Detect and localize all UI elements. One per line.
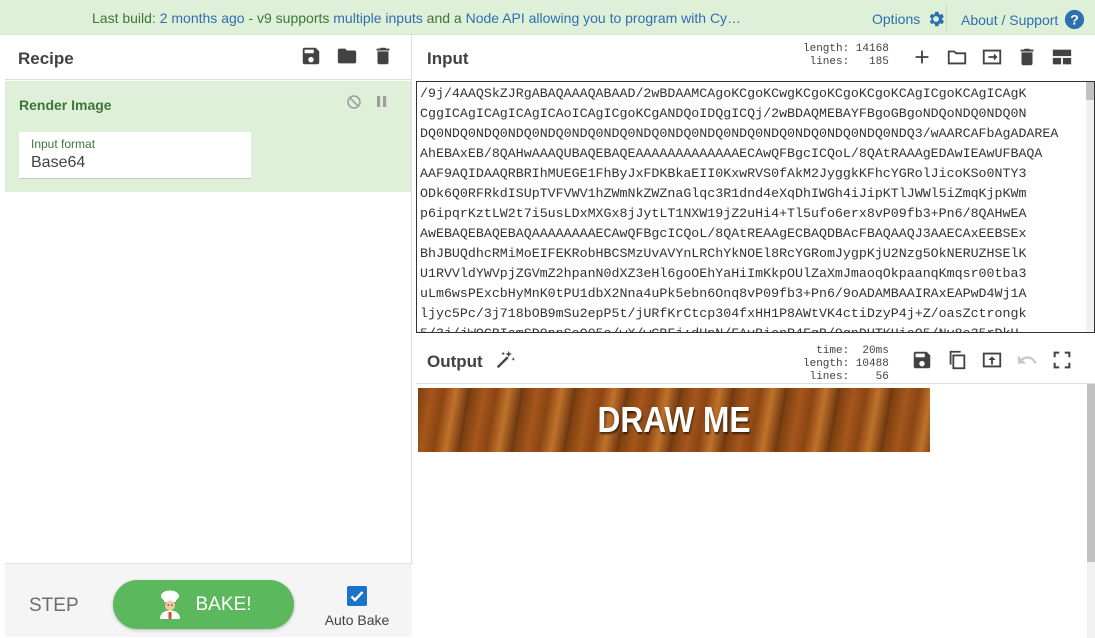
save-output-icon[interactable] [911, 349, 933, 371]
rendered-image-text: DRAW ME [597, 399, 751, 440]
io-area: Input length: 14168 lines: 185 /9j/4AAQS… [414, 35, 1095, 638]
svg-text:?: ? [1071, 11, 1080, 27]
node-api-link[interactable]: Node API [466, 10, 525, 26]
bake-button[interactable]: BAKE! [113, 580, 294, 629]
options-button[interactable]: Options [872, 9, 946, 29]
about-support-button[interactable]: About / Support ? [961, 9, 1085, 30]
build-and: and a [422, 10, 466, 26]
input-scrollbar[interactable] [1086, 82, 1094, 332]
input-scrollbar-thumb[interactable] [1086, 82, 1094, 100]
recipe-panel: Recipe Render Image Input format Base64 [5, 35, 412, 637]
output-actions [911, 349, 1073, 371]
about-support-label: About / Support [961, 11, 1059, 28]
input-title: Input [427, 49, 469, 68]
input-header: Input length: 14168 lines: 185 [414, 35, 1095, 81]
output-panel: DRAW ME [416, 383, 1095, 638]
gear-icon [926, 9, 946, 29]
load-recipe-folder-icon[interactable] [336, 45, 358, 67]
input-format-value[interactable]: Base64 [31, 154, 85, 172]
open-folder-icon[interactable] [946, 46, 968, 68]
output-stats: time: 20ms length: 10488 lines: 56 [803, 345, 889, 383]
output-to-input-icon[interactable] [981, 349, 1003, 371]
clear-input-trash-icon[interactable] [1016, 46, 1038, 68]
chef-icon [156, 590, 184, 620]
reset-layout-icon[interactable] [1051, 46, 1073, 68]
output-header: Output time: 20ms length: 10488 lines: 5… [414, 337, 1095, 383]
input-format-label: Input format [31, 137, 96, 151]
output-title: Output [427, 352, 483, 371]
auto-bake-label: Auto Bake [324, 612, 390, 628]
operation-render-image[interactable]: Render Image Input format Base64 [5, 81, 411, 192]
output-scrollbar-thumb[interactable] [1087, 384, 1095, 562]
recipe-title: Recipe [18, 49, 74, 68]
pause-breakpoint-icon[interactable] [375, 94, 389, 110]
operation-name: Render Image [19, 97, 112, 113]
clear-recipe-trash-icon[interactable] [372, 45, 394, 67]
input-format-field[interactable]: Input format Base64 [19, 132, 251, 179]
auto-bake-checkbox[interactable] [347, 586, 367, 606]
recipe-actions [300, 45, 394, 67]
rendered-image: DRAW ME [418, 388, 930, 452]
input-text[interactable]: /9j/4AAQSkZJRgABAQAAAQABAAD/2wBDAAMCAgoK… [420, 84, 1082, 332]
banner-divider [946, 5, 947, 30]
magic-wand-icon[interactable] [494, 349, 516, 371]
save-recipe-icon[interactable] [300, 45, 322, 67]
maximize-output-icon[interactable] [1051, 349, 1073, 371]
multiple-inputs-link[interactable]: multiple inputs [333, 10, 423, 26]
bake-controls: STEP BAKE! Auto Bake [5, 563, 412, 637]
build-dash: - v9 supports [244, 10, 334, 26]
copy-output-icon[interactable] [946, 349, 968, 371]
disable-operation-icon[interactable] [346, 94, 362, 110]
step-button[interactable]: STEP [29, 595, 79, 617]
build-prefix: Last build: [92, 10, 160, 26]
open-file-input-icon[interactable] [981, 46, 1003, 68]
top-banner: Last build: 2 months ago - v9 supports m… [0, 0, 1095, 35]
input-actions [911, 46, 1073, 68]
help-icon: ? [1064, 9, 1085, 30]
input-textarea[interactable]: /9j/4AAQSkZJRgABAQAAAQABAAD/2wBDAAMCAgoK… [416, 81, 1095, 333]
output-scrollbar[interactable] [1087, 384, 1095, 638]
bake-label: BAKE! [195, 593, 252, 615]
build-notice: Last build: 2 months ago - v9 supports m… [92, 10, 741, 26]
build-date-link[interactable]: 2 months ago [160, 10, 245, 26]
undo-icon[interactable] [1016, 349, 1038, 371]
options-label: Options [872, 11, 921, 27]
recipe-header: Recipe [5, 35, 411, 80]
input-stats: length: 14168 lines: 185 [803, 43, 889, 68]
build-tail-link[interactable]: allowing you to program with Cy… [525, 10, 741, 26]
add-tab-plus-icon[interactable] [911, 46, 933, 68]
auto-bake-toggle[interactable]: Auto Bake [323, 586, 391, 628]
